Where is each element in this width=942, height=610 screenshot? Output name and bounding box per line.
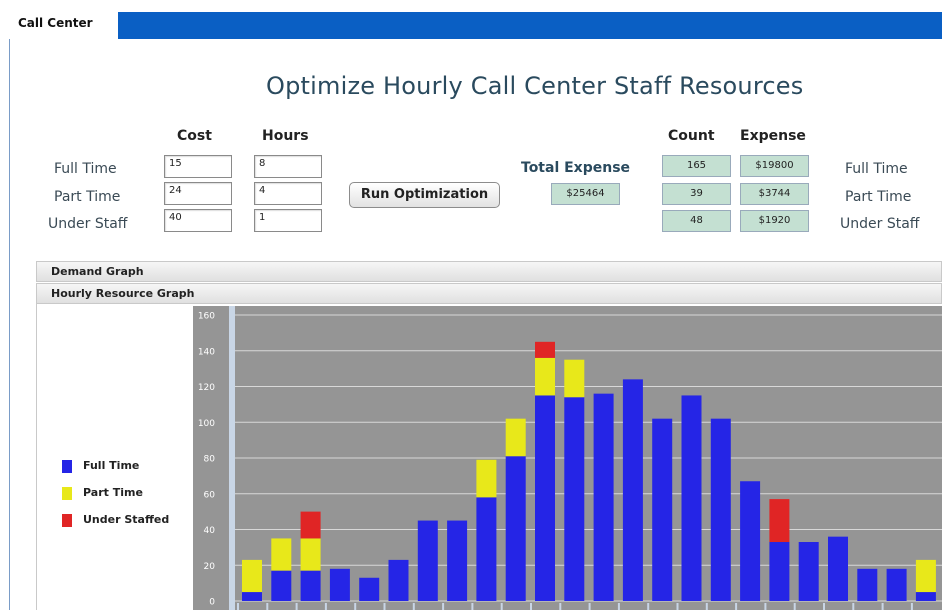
y-tick-label: 0 — [209, 598, 215, 608]
bar-full-time — [242, 592, 262, 601]
y-tick-label: 100 — [198, 419, 215, 429]
bar-full-time — [476, 497, 497, 601]
y-tick-label: 40 — [204, 526, 216, 536]
bar-part-time — [564, 359, 585, 398]
bar-full-time — [828, 536, 848, 601]
bar-part-time — [915, 559, 936, 593]
y-axis-bar — [229, 306, 235, 610]
hourly-resource-chart: 0 20 40 60 80 100 120 140 160 — [193, 306, 942, 610]
bar-full-time — [505, 456, 526, 601]
bar-part-time — [242, 559, 262, 593]
y-tick-label: 60 — [204, 490, 216, 500]
bar-full-time — [886, 568, 907, 601]
y-tick-label: 160 — [198, 312, 215, 322]
bar-full-time — [740, 481, 761, 601]
bar-full-time — [535, 395, 555, 601]
y-tick-label: 80 — [204, 455, 216, 465]
bar-full-time — [857, 568, 878, 601]
bar-full-time — [388, 559, 409, 601]
bar-full-time — [271, 570, 292, 601]
bar-full-time — [564, 397, 585, 601]
bar-full-time — [447, 520, 468, 601]
bar-full-time — [769, 542, 790, 601]
bar-full-time — [652, 418, 673, 601]
bar-under-staffed — [535, 341, 555, 358]
y-tick-label: 20 — [204, 562, 216, 572]
y-tick-label: 120 — [198, 383, 215, 393]
bar-under-staffed — [769, 499, 790, 543]
bar-full-time — [622, 379, 643, 601]
bar-full-time — [681, 395, 702, 601]
bar-part-time — [476, 459, 497, 498]
bar-full-time — [798, 542, 819, 601]
bar-part-time — [505, 418, 526, 457]
y-tick-label: 140 — [198, 347, 215, 357]
bar-part-time — [300, 538, 321, 571]
bar-full-time — [300, 570, 321, 601]
bar-full-time — [417, 520, 438, 601]
bar-full-time — [710, 418, 731, 601]
bar-part-time — [271, 538, 292, 571]
bar-full-time — [359, 577, 380, 601]
bar-under-staffed — [300, 511, 321, 539]
bar-full-time — [915, 592, 936, 601]
bar-part-time — [535, 357, 555, 396]
bar-full-time — [593, 393, 614, 601]
bar-full-time — [329, 568, 350, 601]
